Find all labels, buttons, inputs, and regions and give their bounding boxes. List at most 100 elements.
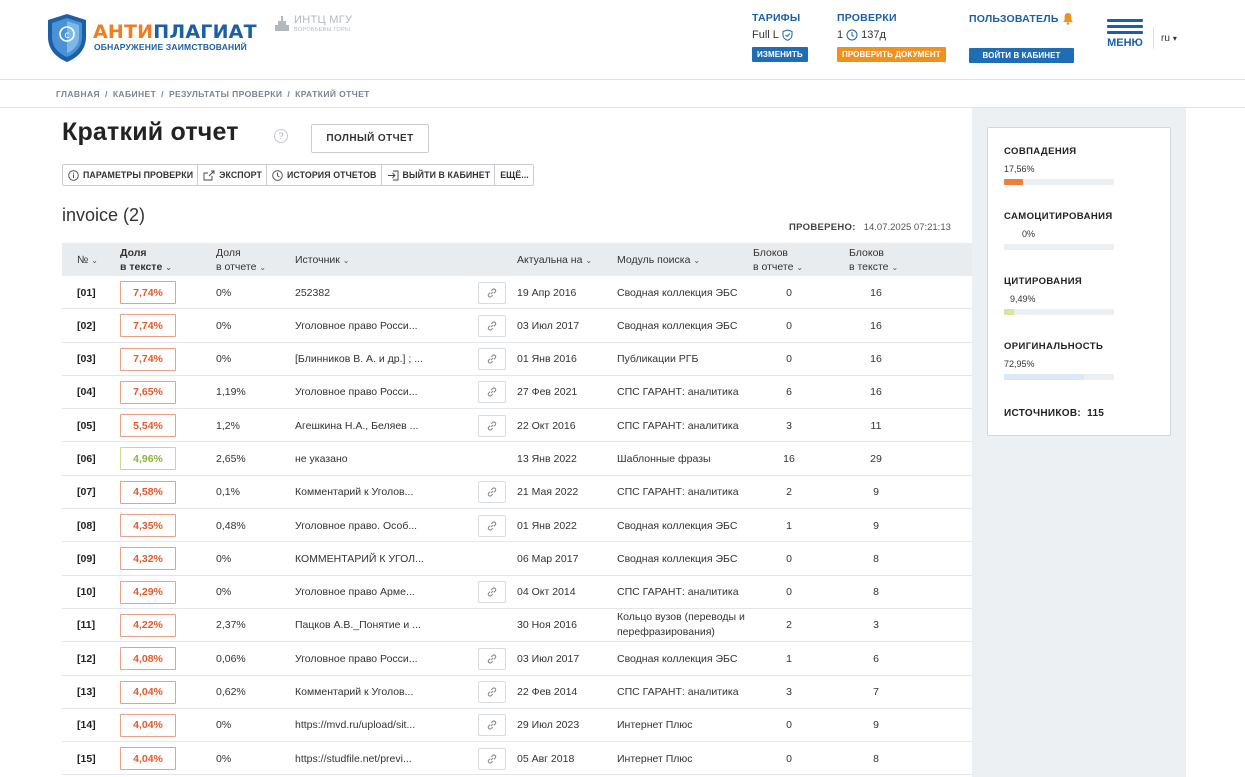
source-name[interactable]: Уголовное право Арме...	[295, 576, 415, 609]
blocks-in-text: 6	[873, 652, 879, 665]
source-name[interactable]: Пацков А.В._Понятие и ...	[295, 609, 421, 642]
link-icon[interactable]	[478, 281, 506, 304]
col-module[interactable]: Модуль поиска ⌄	[617, 253, 700, 268]
checks-days: 137д	[861, 29, 886, 41]
table-row[interactable]: [15] 4,04% 0% https://studfile.net/previ...…	[62, 742, 972, 776]
share-in-text-badge[interactable]: 5,54%	[120, 414, 176, 438]
help-icon[interactable]: ?	[274, 129, 288, 143]
share-in-text-badge[interactable]: 4,35%	[120, 514, 176, 538]
share-in-text-badge[interactable]: 4,58%	[120, 480, 176, 504]
shield-check-icon	[782, 29, 793, 41]
source-name[interactable]: КОММЕНТАРИЙ К УГОЛ...	[295, 542, 424, 575]
table-row[interactable]: [01] 7,74% 0% 252382 19 Апр 2016 Сводная колл…	[62, 276, 972, 310]
share-in-text-badge[interactable]: 4,29%	[120, 580, 176, 604]
more-button[interactable]: ЕЩЁ...	[495, 165, 533, 185]
col-actual[interactable]: Актуальна на ⌄	[517, 253, 592, 268]
table-row[interactable]: [04] 7,65% 1,19% Уголовное право Росси... 27…	[62, 376, 972, 410]
share-in-text-badge[interactable]: 4,04%	[120, 713, 176, 737]
header: c АНТИПЛАГИАТ ОБНАРУЖЕНИЕ ЗАИМСТВОВАНИЙ …	[0, 0, 1245, 80]
check-params-button[interactable]: ПАРАМЕТРЫ ПРОВЕРКИ	[63, 165, 199, 185]
blocks-in-report: 3	[786, 686, 792, 699]
share-in-text-badge[interactable]: 4,22%	[120, 613, 176, 637]
share-in-text-badge[interactable]: 4,04%	[120, 680, 176, 704]
share-in-text-badge[interactable]: 4,08%	[120, 647, 176, 671]
table-row[interactable]: [11] 4,22% 2,37% Пацков А.В._Понятие и ... 3…	[62, 609, 972, 643]
table-row[interactable]: [05] 5,54% 1,2% Агешкина Н.А., Беляев ... 22…	[62, 409, 972, 443]
link-icon[interactable]	[478, 514, 506, 537]
blocks-in-text: 9	[873, 519, 879, 532]
link-icon[interactable]	[478, 714, 506, 737]
report-history-button[interactable]: ИСТОРИЯ ОТЧЕТОВ	[267, 165, 382, 185]
share-in-text-badge[interactable]: 7,74%	[120, 314, 176, 338]
source-name[interactable]: не указано	[295, 442, 348, 475]
change-tariff-button[interactable]: ИЗМЕНИТЬ	[752, 47, 808, 62]
full-report-button[interactable]: ПОЛНЫЙ ОТЧЕТ	[311, 124, 429, 153]
blocks-in-text: 16	[870, 353, 882, 366]
link-icon[interactable]	[478, 481, 506, 504]
table-row[interactable]: [09] 4,32% 0% КОММЕНТАРИЙ К УГОЛ... 06 Мар 2…	[62, 542, 972, 576]
breadcrumb-home[interactable]: ГЛАВНАЯ	[56, 89, 100, 99]
language-select[interactable]: ru ▾	[1153, 27, 1177, 49]
col-blocks-text[interactable]: Блоков в тексте ⌄	[849, 246, 898, 275]
breadcrumb-results[interactable]: РЕЗУЛЬТАТЫ ПРОВЕРКИ	[169, 89, 282, 99]
share-in-text-badge[interactable]: 4,32%	[120, 547, 176, 571]
col-share-report[interactable]: Доля в отчете ⌄	[216, 246, 266, 275]
source-name[interactable]: 252382	[295, 276, 330, 309]
source-name[interactable]: Уголовное право. Особ...	[295, 509, 417, 542]
actual-date: 30 Ноя 2016	[517, 619, 577, 632]
row-number: [11]	[77, 619, 96, 632]
source-name[interactable]: Уголовное право Росси...	[295, 376, 418, 409]
table-row[interactable]: [14] 4,04% 0% https://mvd.ru/upload/sit... 2…	[62, 709, 972, 743]
source-name[interactable]: Комментарий к Уголов...	[295, 676, 413, 709]
link-icon[interactable]	[478, 314, 506, 337]
blocks-in-text: 11	[870, 419, 882, 432]
source-name[interactable]: https://studfile.net/previ...	[295, 742, 412, 775]
table-row[interactable]: [03] 7,74% 0% [Блинников В. А. и др.] ; ...…	[62, 343, 972, 376]
menu-button[interactable]: МЕНЮ	[1107, 19, 1143, 49]
link-icon[interactable]	[478, 647, 506, 670]
link-icon[interactable]	[478, 414, 506, 437]
blocks-in-report: 0	[786, 586, 792, 599]
check-document-button[interactable]: ПРОВЕРИТЬ ДОКУМЕНТ	[837, 47, 946, 62]
source-name[interactable]: Комментарий к Уголов...	[295, 476, 413, 509]
source-name[interactable]: https://mvd.ru/upload/sit...	[295, 709, 415, 742]
shield-logo-icon: c	[48, 14, 86, 62]
actual-date: 03 Июл 2017	[517, 319, 580, 332]
table-row[interactable]: [07] 4,58% 0,1% Комментарий к Уголов... 21 М…	[62, 476, 972, 510]
blocks-in-report: 0	[786, 319, 792, 332]
col-num[interactable]: № ⌄	[77, 253, 98, 268]
share-in-text-badge[interactable]: 4,96%	[120, 447, 176, 471]
breadcrumb-cabinet[interactable]: КАБИНЕТ	[113, 89, 156, 99]
menu-label: МЕНЮ	[1107, 37, 1143, 49]
col-blocks-report[interactable]: Блоков в отчете ⌄	[753, 246, 803, 275]
table-row[interactable]: [06] 4,96% 2,65% не указано 13 Янв 2022 Шабло…	[62, 442, 972, 476]
blocks-in-report: 0	[786, 286, 792, 299]
share-in-text-badge[interactable]: 4,04%	[120, 747, 176, 771]
source-name[interactable]: Уголовное право Росси...	[295, 642, 418, 675]
blocks-in-report: 0	[786, 353, 792, 366]
col-source[interactable]: Источник ⌄	[295, 253, 349, 268]
table-row[interactable]: [12] 4,08% 0,06% Уголовное право Росси... 03…	[62, 642, 972, 676]
table-row[interactable]: [02] 7,74% 0% Уголовное право Росси... 03 Ию…	[62, 309, 972, 343]
source-name[interactable]: Агешкина Н.А., Беляев ...	[295, 409, 418, 442]
col-share-text[interactable]: Доля в тексте ⌄	[120, 246, 172, 275]
export-button[interactable]: ЭКСПОРТ	[198, 165, 267, 185]
table-row[interactable]: [13] 4,04% 0,62% Комментарий к Уголов... 22 …	[62, 676, 972, 709]
antiplagiat-logo[interactable]: c АНТИПЛАГИАТ ОБНАРУЖЕНИЕ ЗАИМСТВОВАНИЙ	[46, 13, 257, 65]
link-icon[interactable]	[478, 348, 506, 371]
login-cabinet-button[interactable]: ВОЙТИ В КАБИНЕТ	[969, 48, 1074, 63]
source-name[interactable]: [Блинников В. А. и др.] ; ...	[295, 343, 423, 376]
bell-icon[interactable]	[1062, 12, 1074, 25]
source-name[interactable]: Уголовное право Росси...	[295, 309, 418, 342]
table-row[interactable]: [10] 4,29% 0% Уголовное право Арме... 04 Окт…	[62, 576, 972, 609]
table-row[interactable]: [08] 4,35% 0,48% Уголовное право. Особ... 01…	[62, 509, 972, 543]
share-in-text-badge[interactable]: 7,65%	[120, 380, 176, 404]
exit-cabinet-button[interactable]: ВЫЙТИ В КАБИНЕТ	[382, 165, 496, 185]
row-number: [03]	[77, 353, 96, 366]
share-in-text-badge[interactable]: 7,74%	[120, 281, 176, 304]
link-icon[interactable]	[478, 381, 506, 404]
share-in-text-badge[interactable]: 7,74%	[120, 347, 176, 371]
link-icon[interactable]	[478, 747, 506, 770]
link-icon[interactable]	[478, 581, 506, 604]
link-icon[interactable]	[478, 681, 506, 704]
